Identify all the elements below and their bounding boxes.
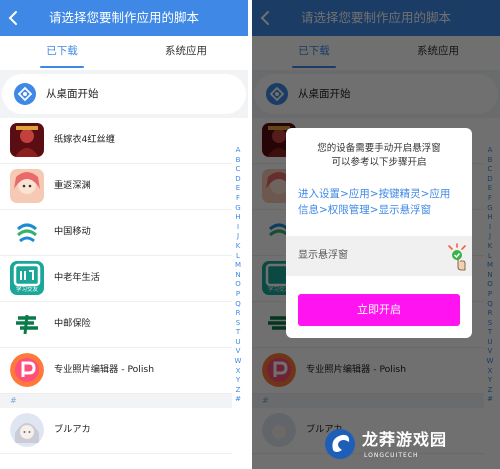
alphabet-index-letter[interactable]: M — [232, 261, 244, 271]
post-insurance-icon — [10, 307, 44, 341]
list-item[interactable]: 中国移动 — [0, 210, 232, 256]
polish-icon — [10, 353, 44, 387]
app-comparison: 请选择您要制作应用的脚本 已下载 系统应用 从桌面开始 纸嫁衣4红丝缠 重返深渊… — [0, 0, 500, 469]
list-item[interactable]: 学习交友 中老年生活 — [0, 256, 232, 302]
alphabet-index-letter[interactable]: Z — [232, 386, 244, 396]
elder-life-icon-caption: 学习交友 — [15, 287, 38, 293]
desktop-item-label: 从桌面开始 — [46, 88, 99, 100]
paper-bride-icon — [10, 123, 44, 157]
start-from-desktop-item[interactable]: 从桌面开始 — [2, 74, 246, 114]
app-name: 重返深渊 — [54, 180, 91, 191]
alphabet-index-letter[interactable]: S — [232, 319, 244, 329]
dragon-logo-icon — [325, 429, 355, 459]
script-picker-screen: 请选择您要制作应用的脚本 已下载 系统应用 从桌面开始 纸嫁衣4红丝缠 重返深渊… — [0, 0, 248, 469]
alphabet-index-letter[interactable]: F — [232, 194, 244, 204]
abyss-icon — [10, 169, 44, 203]
alphabet-index-letter[interactable]: T — [232, 328, 244, 338]
open-now-button[interactable]: 立即开启 — [298, 294, 460, 326]
tap-check-icon — [448, 243, 466, 271]
elder-life-icon: 学习交友 — [10, 261, 44, 295]
china-mobile-icon — [10, 215, 44, 249]
desktop-start-icon — [14, 83, 36, 105]
app-name: 纸嫁衣4红丝缠 — [54, 134, 115, 145]
alphabet-index-letter[interactable]: P — [232, 290, 244, 300]
alphabet-index-letter[interactable]: O — [232, 280, 244, 290]
watermark-text: 龙莽游戏园 — [362, 430, 448, 449]
alphabet-index-letter[interactable]: X — [232, 367, 244, 377]
alphabet-index-letter[interactable]: R — [232, 309, 244, 319]
dialog-steps: 进入设置>应用>按键精灵>应用 信息>权限管理>显示悬浮窗 — [298, 188, 451, 216]
alphabet-index-letter[interactable]: G — [232, 204, 244, 214]
alphabet-index-letter[interactable]: # — [232, 395, 244, 405]
top-bar: 请选择您要制作应用的脚本 — [0, 0, 248, 36]
app-name: 中老年生活 — [54, 272, 100, 283]
alphabet-index-letter[interactable]: C — [232, 165, 244, 175]
floating-window-permission-dialog: 您的设备需要手动开启悬浮窗 可以参考以下步骤开启 进入设置>应用>按键精灵>应用… — [286, 128, 472, 338]
alphabet-index-letter[interactable]: V — [232, 347, 244, 357]
tab-downloaded[interactable]: 已下载 — [0, 36, 124, 70]
app-name: 中邮保险 — [54, 318, 91, 329]
app-name: 中国移动 — [54, 226, 91, 237]
app-name: ブルアカ — [54, 424, 91, 435]
list-item[interactable]: 重返深渊 — [0, 164, 232, 210]
active-tab-indicator — [40, 66, 84, 68]
list-item[interactable]: ブルアカ — [0, 408, 232, 454]
alphabet-index-letter[interactable]: A — [232, 146, 244, 156]
watermark-logo: 龙莽游戏园 LONGCUITECH — [316, 428, 500, 469]
alphabet-index-letter[interactable]: Q — [232, 300, 244, 310]
dialog-message: 您的设备需要手动开启悬浮窗 可以参考以下步骤开启 — [317, 143, 441, 168]
tab-bar: 已下载 系统应用 — [0, 36, 248, 70]
app-list: 纸嫁衣4红丝缠 重返深渊 中国移动 学习交友 中老年生活 — [0, 118, 248, 469]
tab-system-apps[interactable]: 系统应用 — [124, 36, 248, 70]
show-floating-window-row[interactable]: 显示悬浮窗 — [286, 236, 472, 276]
blue-archive-icon — [10, 413, 44, 447]
alphabet-index-letter[interactable]: J — [232, 232, 244, 242]
section-header: # — [0, 394, 232, 408]
alphabet-index-letter[interactable]: E — [232, 184, 244, 194]
list-item[interactable]: 专业照片编辑器 - Polish — [0, 348, 232, 394]
alphabet-index-letter[interactable]: N — [232, 271, 244, 281]
alphabet-index-letter[interactable]: B — [232, 156, 244, 166]
permission-dialog-screen: 请选择您要制作应用的脚本 已下载 系统应用 从桌面开始 纸嫁衣4红丝缠 — [252, 0, 500, 469]
list-item[interactable]: 纸嫁衣4红丝缠 — [0, 118, 232, 164]
alphabet-index-letter[interactable]: Y — [232, 376, 244, 386]
app-name: 专业照片编辑器 - Polish — [54, 364, 155, 375]
alphabet-index-letter[interactable]: U — [232, 338, 244, 348]
list-item[interactable]: 中邮保险 — [0, 302, 232, 348]
alphabet-index-letter[interactable]: W — [232, 357, 244, 367]
alphabet-index-letter[interactable]: I — [232, 223, 244, 233]
show-floating-window-label: 显示悬浮窗 — [298, 250, 348, 261]
alphabet-index-letter[interactable]: L — [232, 252, 244, 262]
alphabet-index-letter[interactable]: D — [232, 175, 244, 185]
page-title: 请选择您要制作应用的脚本 — [48, 10, 199, 25]
alphabet-index[interactable]: ABCDEFGHIJKLMNOPQRSTUVWXYZ# — [232, 146, 244, 405]
alphabet-index-letter[interactable]: K — [232, 242, 244, 252]
watermark-subtext: LONGCUITECH — [364, 452, 419, 459]
alphabet-index-letter[interactable]: H — [232, 213, 244, 223]
